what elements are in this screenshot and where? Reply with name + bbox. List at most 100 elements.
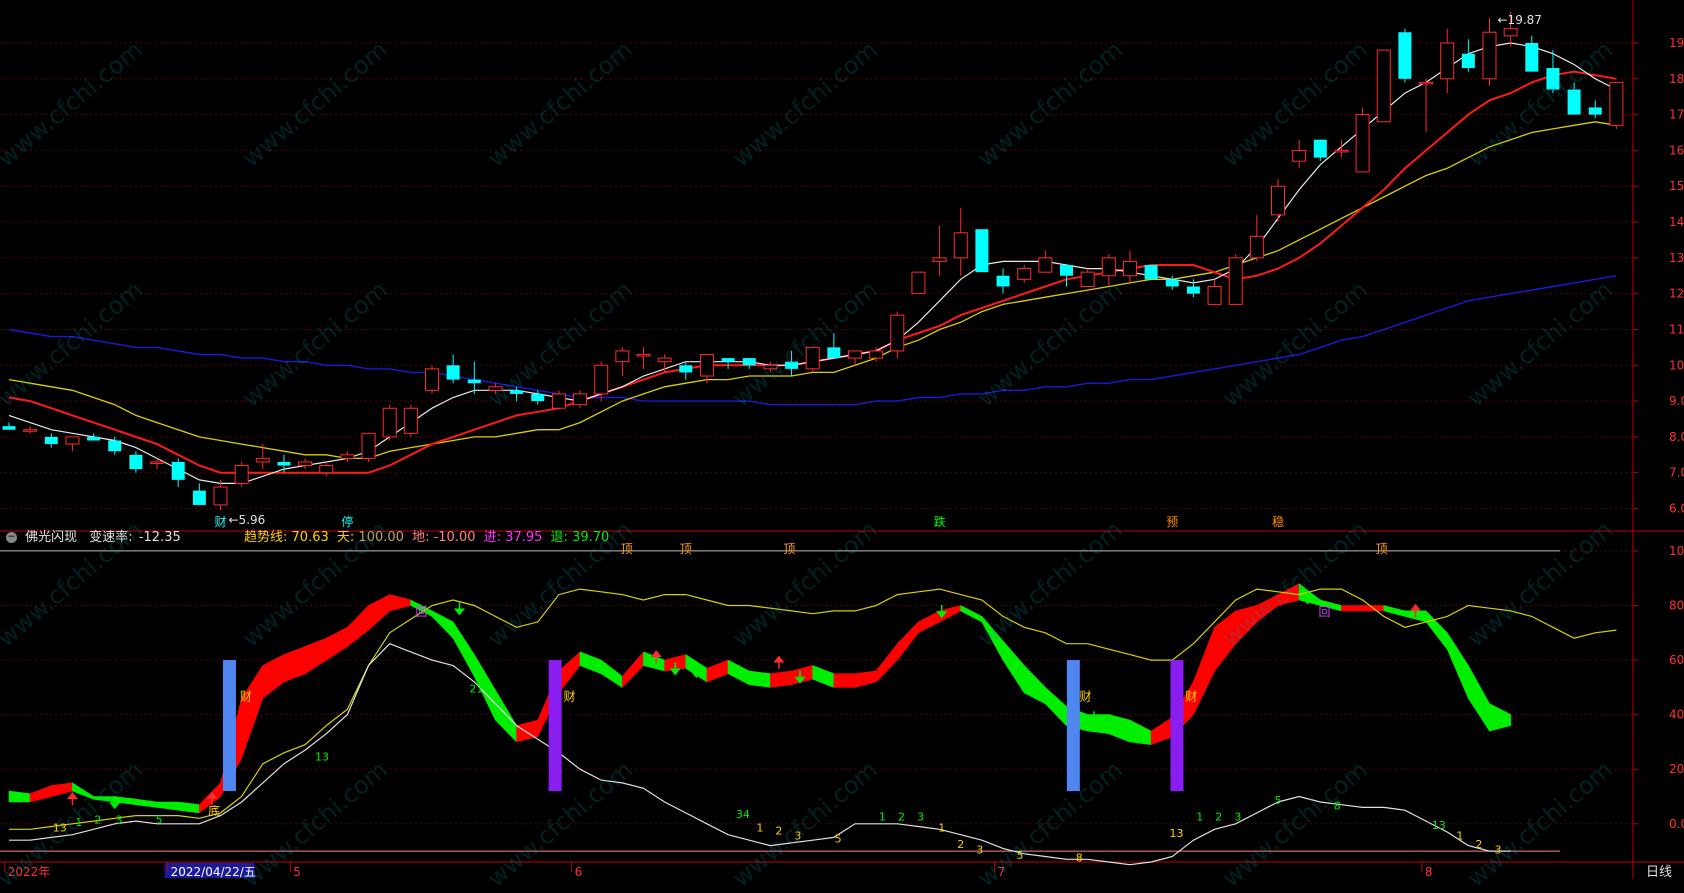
candle-body-up [255,457,270,463]
band-segment-up [389,594,412,612]
count-label: 1 [1196,811,1203,824]
count-label: 21 [469,682,483,695]
candle-body-up [1609,81,1624,126]
band-segment-up [241,664,264,759]
band-segment-down [1468,664,1490,733]
indicator-tick-label: 40.00 [1669,708,1684,722]
arrow-down-icon [453,602,466,616]
count-label: 1 [75,816,82,829]
ma-yellow-line [8,121,1617,460]
price-tick-label: 11.00 [1669,322,1684,336]
candle-body-down [171,461,185,480]
band-segment-down [177,801,200,814]
candle-body-down [1313,139,1327,158]
low-price-label: ←5.96 [229,513,266,527]
candle-body-up [869,350,884,359]
candle-body-up [1017,268,1032,280]
band-segment-up [896,621,919,661]
candle-body-up [657,357,672,363]
band-segment-up [262,654,285,699]
price-pane-signal-label: 稳 [1272,514,1284,529]
band-segment-up [50,782,73,797]
candle-body-up [636,354,651,357]
candle-body-up [573,393,588,406]
band-segment-up [516,719,539,743]
count-label: 3 [1234,811,1241,824]
price-tick-label: 6.00 [1669,502,1684,516]
price-tick-label: 13.00 [1669,251,1684,265]
candle-body-up [340,454,355,459]
di-label: 地: [412,530,430,545]
candle-body-down [2,426,16,430]
band-segment-down [960,605,983,623]
candle-body-up [1122,260,1137,277]
candle-body-down [1525,42,1539,72]
candle-body-up [213,486,228,506]
tian-label: 天: [336,530,355,545]
arrow-up-icon [66,792,79,806]
candle-body-down [996,275,1010,287]
x-tick-label: 6 [575,865,583,879]
candle-body-down [277,461,291,466]
band-segment-up [1214,610,1236,672]
price-tick-label: 15.00 [1669,179,1684,193]
candle-body-up [1207,285,1222,305]
indicator-signal-label: 财 [1080,690,1092,704]
band-segment-down [812,665,835,688]
candle-body-up [551,393,566,409]
count-label: 8 [1334,800,1341,813]
band-segment-down [156,801,179,811]
rate-value: -12.35 [138,530,181,545]
count-label: 1 [879,811,886,824]
collapse-icon[interactable]: − [6,532,17,543]
rate-label: 变速率: [89,530,133,545]
count-label: 34 [736,808,750,821]
indicator-tick-label: 100.00 [1669,544,1684,558]
band-segment-down [579,651,602,675]
candle-body-up [1440,42,1455,80]
ma-white-line [8,42,1617,484]
band-segment-up [791,665,814,685]
band-segment-down [748,670,771,688]
candle-body-up [1271,185,1285,216]
x-tick-label: 2022年 [8,865,51,879]
high-price-label: ←19.87 [1498,13,1542,27]
trend-value: 70.63 [291,530,329,545]
candle-body-up [699,354,714,377]
x-tick-label: 8 [1425,865,1433,879]
indicator-signal-label: 顶 [783,542,795,556]
candle-body-up [1228,257,1243,305]
candle-body-down [1165,279,1179,287]
candle-body-up [1334,149,1349,153]
count-label: 1 [756,822,763,835]
band-segment-up [325,626,348,661]
candle-body-down [827,347,841,359]
candle-body-down [1398,32,1412,79]
timeframe-label[interactable]: 日线 [1646,861,1672,880]
candle-body-down [108,440,122,452]
candle-body-up [1482,31,1497,80]
candle-body-down [510,390,524,394]
indicator-tick-label: 0.00 [1669,817,1684,831]
count-label: 3 [1494,843,1501,856]
candle-body-up [23,429,38,432]
candle-body-up [361,432,376,459]
price-tick-label: 18.00 [1669,72,1684,86]
candle-body-up [1080,271,1095,287]
band-segment-down [1087,714,1110,735]
band-segment-down [1489,703,1511,732]
band-segment-down [1045,686,1067,727]
band-segment-down [981,615,1004,661]
candle-body-down [44,436,58,445]
candle-body-up [403,407,418,434]
candle-body-down [1567,89,1581,115]
candle-body-up [319,465,334,474]
candle-body-down [742,358,756,366]
indicator-tick-label: 80.00 [1669,598,1684,612]
candle-body-up [1101,257,1116,277]
candle-body-up [1249,235,1264,259]
band-segment-up [875,642,898,683]
kline-chart[interactable]: 6.007.008.009.0010.0011.0012.0013.0014.0… [0,0,1684,879]
candle-body-up [805,346,820,370]
candle-body-down [531,393,545,402]
